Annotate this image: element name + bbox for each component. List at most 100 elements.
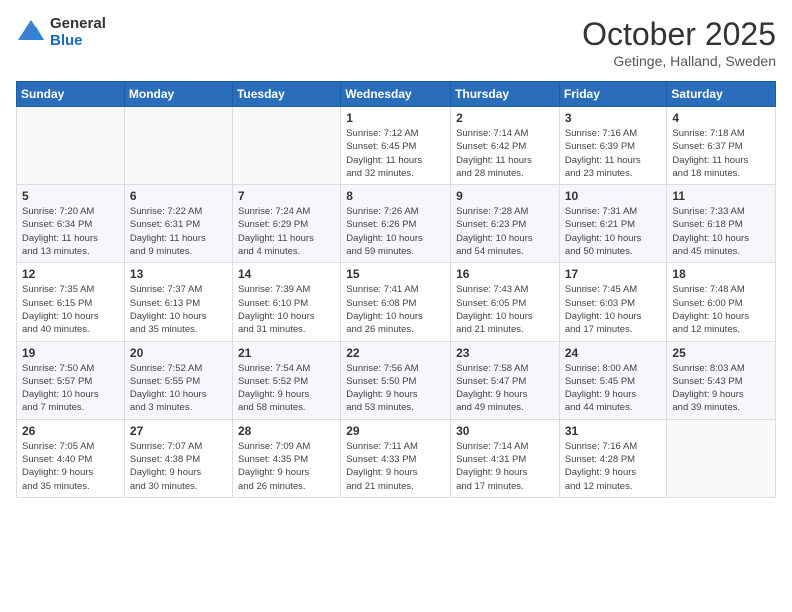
weekday-header-friday: Friday (559, 82, 667, 107)
day-number: 23 (456, 346, 554, 360)
day-number: 28 (238, 424, 335, 438)
day-info: Sunrise: 7:05 AM Sunset: 4:40 PM Dayligh… (22, 440, 119, 493)
logo-icon (16, 18, 46, 48)
day-number: 12 (22, 267, 119, 281)
day-info: Sunrise: 7:37 AM Sunset: 6:13 PM Dayligh… (130, 283, 227, 336)
calendar-cell: 18Sunrise: 7:48 AM Sunset: 6:00 PM Dayli… (667, 263, 776, 341)
weekday-header-wednesday: Wednesday (341, 82, 451, 107)
day-info: Sunrise: 7:52 AM Sunset: 5:55 PM Dayligh… (130, 362, 227, 415)
day-info: Sunrise: 7:48 AM Sunset: 6:00 PM Dayligh… (672, 283, 770, 336)
day-number: 15 (346, 267, 445, 281)
day-info: Sunrise: 7:12 AM Sunset: 6:45 PM Dayligh… (346, 127, 445, 180)
day-number: 19 (22, 346, 119, 360)
day-number: 2 (456, 111, 554, 125)
month-title: October 2025 (582, 16, 776, 53)
day-number: 3 (565, 111, 662, 125)
calendar-cell: 6Sunrise: 7:22 AM Sunset: 6:31 PM Daylig… (124, 185, 232, 263)
calendar-cell (667, 419, 776, 497)
day-info: Sunrise: 7:50 AM Sunset: 5:57 PM Dayligh… (22, 362, 119, 415)
calendar-cell: 11 Sunrise: 7:33 AM Sunset: 6:18 PM Dayli… (667, 185, 776, 263)
weekday-header-tuesday: Tuesday (232, 82, 340, 107)
title-area: October 2025 Getinge, Halland, Sweden (582, 16, 776, 69)
day-number: 30 (456, 424, 554, 438)
day-number: 31 (565, 424, 662, 438)
day-info: Sunrise: 7:11 AM Sunset: 4:33 PM Dayligh… (346, 440, 445, 493)
day-info: Sunrise: 7:45 AM Sunset: 6:03 PM Dayligh… (565, 283, 662, 336)
day-info: Sunrise: 7:41 AM Sunset: 6:08 PM Dayligh… (346, 283, 445, 336)
calendar-cell: 16Sunrise: 7:43 AM Sunset: 6:05 PM Dayli… (451, 263, 560, 341)
calendar-cell: 14Sunrise: 7:39 AM Sunset: 6:10 PM Dayli… (232, 263, 340, 341)
day-info: Sunrise: 7:31 AM Sunset: 6:21 PM Dayligh… (565, 205, 662, 258)
calendar-cell: 26 Sunrise: 7:05 AM Sunset: 4:40 PM Dayli… (17, 419, 125, 497)
calendar-week-4: 19 Sunrise: 7:50 AM Sunset: 5:57 PM Dayli… (17, 341, 776, 419)
calendar-cell: 28Sunrise: 7:09 AM Sunset: 4:35 PM Dayli… (232, 419, 340, 497)
day-info: Sunrise: 7:54 AM Sunset: 5:52 PM Dayligh… (238, 362, 335, 415)
day-info: Sunrise: 7:58 AM Sunset: 5:47 PM Dayligh… (456, 362, 554, 415)
day-number: 26 (22, 424, 119, 438)
day-number: 6 (130, 189, 227, 203)
calendar-week-1: 1 Sunrise: 7:12 AM Sunset: 6:45 PM Daylig… (17, 107, 776, 185)
calendar-cell: 5 Sunrise: 7:20 AM Sunset: 6:34 PM Daylig… (17, 185, 125, 263)
logo: General Blue (16, 16, 106, 49)
weekday-header-sunday: Sunday (17, 82, 125, 107)
location: Getinge, Halland, Sweden (582, 53, 776, 69)
day-number: 22 (346, 346, 445, 360)
day-number: 25 (672, 346, 770, 360)
calendar-cell: 24Sunrise: 8:00 AM Sunset: 5:45 PM Dayli… (559, 341, 667, 419)
calendar-cell: 23 Sunrise: 7:58 AM Sunset: 5:47 PM Dayli… (451, 341, 560, 419)
day-info: Sunrise: 7:14 AM Sunset: 4:31 PM Dayligh… (456, 440, 554, 493)
calendar-cell: 9 Sunrise: 7:28 AM Sunset: 6:23 PM Daylig… (451, 185, 560, 263)
day-number: 13 (130, 267, 227, 281)
day-number: 5 (22, 189, 119, 203)
day-number: 8 (346, 189, 445, 203)
calendar-cell: 22 Sunrise: 7:56 AM Sunset: 5:50 PM Dayli… (341, 341, 451, 419)
day-info: Sunrise: 7:16 AM Sunset: 6:39 PM Dayligh… (565, 127, 662, 180)
day-number: 21 (238, 346, 335, 360)
day-info: Sunrise: 7:35 AM Sunset: 6:15 PM Dayligh… (22, 283, 119, 336)
weekday-header-saturday: Saturday (667, 82, 776, 107)
calendar-cell: 29Sunrise: 7:11 AM Sunset: 4:33 PM Dayli… (341, 419, 451, 497)
calendar-week-5: 26 Sunrise: 7:05 AM Sunset: 4:40 PM Dayli… (17, 419, 776, 497)
day-info: Sunrise: 7:43 AM Sunset: 6:05 PM Dayligh… (456, 283, 554, 336)
day-number: 9 (456, 189, 554, 203)
day-number: 11 (672, 189, 770, 203)
calendar: SundayMondayTuesdayWednesdayThursdayFrid… (16, 81, 776, 498)
weekday-header-thursday: Thursday (451, 82, 560, 107)
day-info: Sunrise: 7:56 AM Sunset: 5:50 PM Dayligh… (346, 362, 445, 415)
logo-text: General Blue (50, 16, 106, 49)
logo-blue-text: Blue (50, 33, 106, 50)
calendar-cell (232, 107, 340, 185)
day-info: Sunrise: 7:20 AM Sunset: 6:34 PM Dayligh… (22, 205, 119, 258)
header: General Blue October 2025 Getinge, Halla… (16, 16, 776, 69)
calendar-cell: 7 Sunrise: 7:24 AM Sunset: 6:29 PM Daylig… (232, 185, 340, 263)
day-number: 27 (130, 424, 227, 438)
calendar-cell: 21 Sunrise: 7:54 AM Sunset: 5:52 PM Dayli… (232, 341, 340, 419)
calendar-cell: 17 Sunrise: 7:45 AM Sunset: 6:03 PM Dayli… (559, 263, 667, 341)
day-info: Sunrise: 7:26 AM Sunset: 6:26 PM Dayligh… (346, 205, 445, 258)
calendar-cell: 10 Sunrise: 7:31 AM Sunset: 6:21 PM Dayli… (559, 185, 667, 263)
day-info: Sunrise: 7:24 AM Sunset: 6:29 PM Dayligh… (238, 205, 335, 258)
calendar-cell (17, 107, 125, 185)
weekday-header-monday: Monday (124, 82, 232, 107)
day-number: 17 (565, 267, 662, 281)
day-info: Sunrise: 8:00 AM Sunset: 5:45 PM Dayligh… (565, 362, 662, 415)
calendar-cell: 31Sunrise: 7:16 AM Sunset: 4:28 PM Dayli… (559, 419, 667, 497)
day-number: 7 (238, 189, 335, 203)
day-number: 4 (672, 111, 770, 125)
day-info: Sunrise: 7:39 AM Sunset: 6:10 PM Dayligh… (238, 283, 335, 336)
calendar-cell: 8 Sunrise: 7:26 AM Sunset: 6:26 PM Daylig… (341, 185, 451, 263)
calendar-cell: 2 Sunrise: 7:14 AM Sunset: 6:42 PM Daylig… (451, 107, 560, 185)
day-info: Sunrise: 7:28 AM Sunset: 6:23 PM Dayligh… (456, 205, 554, 258)
calendar-cell: 4 Sunrise: 7:18 AM Sunset: 6:37 PM Daylig… (667, 107, 776, 185)
calendar-cell: 1 Sunrise: 7:12 AM Sunset: 6:45 PM Daylig… (341, 107, 451, 185)
day-number: 10 (565, 189, 662, 203)
day-info: Sunrise: 7:14 AM Sunset: 6:42 PM Dayligh… (456, 127, 554, 180)
day-info: Sunrise: 7:33 AM Sunset: 6:18 PM Dayligh… (672, 205, 770, 258)
calendar-cell (124, 107, 232, 185)
calendar-cell: 15 Sunrise: 7:41 AM Sunset: 6:08 PM Dayli… (341, 263, 451, 341)
calendar-cell: 3 Sunrise: 7:16 AM Sunset: 6:39 PM Daylig… (559, 107, 667, 185)
day-info: Sunrise: 7:18 AM Sunset: 6:37 PM Dayligh… (672, 127, 770, 180)
calendar-cell: 25Sunrise: 8:03 AM Sunset: 5:43 PM Dayli… (667, 341, 776, 419)
calendar-cell: 27Sunrise: 7:07 AM Sunset: 4:38 PM Dayli… (124, 419, 232, 497)
day-number: 1 (346, 111, 445, 125)
